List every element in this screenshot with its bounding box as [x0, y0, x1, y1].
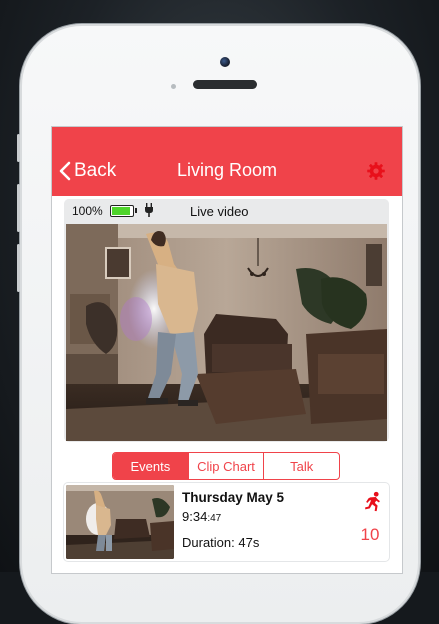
event-date: Thursday May 5 — [182, 490, 285, 505]
event-count: 10 — [360, 525, 380, 544]
volume-down-button — [17, 244, 20, 292]
app-screen: Back Living Room 100% Live video Events … — [51, 126, 403, 574]
page-title: Living Room — [176, 160, 278, 180]
battery-icon — [110, 205, 134, 217]
earpiece-speaker — [193, 80, 257, 89]
living-room-scene — [66, 224, 387, 441]
event-time-seconds: :47 — [207, 513, 222, 524]
view-segmented-control: Events Clip Chart Talk — [112, 452, 340, 480]
tab-events[interactable]: Events — [113, 453, 189, 479]
tab-clip-chart[interactable]: Clip Chart — [189, 453, 265, 479]
battery-level-fill — [112, 207, 130, 215]
navigation-bar: Back Living Room — [52, 127, 402, 196]
running-person-icon — [365, 491, 380, 512]
proximity-sensor — [171, 84, 176, 89]
live-video-panel: 100% Live video — [64, 199, 389, 442]
live-video-feed[interactable] — [66, 224, 387, 441]
event-time-main: 9:34 — [182, 509, 208, 524]
volume-up-button — [17, 184, 20, 232]
battery-percentage: 100% — [72, 204, 103, 218]
event-time: 9:34:47 — [182, 509, 221, 524]
mute-switch — [17, 134, 20, 162]
live-video-label: Live video — [190, 204, 249, 219]
event-thumbnail-image — [66, 485, 174, 559]
camera-status-bar: 100% Live video — [64, 199, 389, 223]
plug-icon — [145, 203, 153, 217]
tab-talk[interactable]: Talk — [264, 453, 339, 479]
event-duration: Duration: 47s — [182, 535, 260, 550]
gear-icon[interactable] — [366, 161, 386, 181]
event-list-item[interactable]: Thursday May 5 9:34:47 Duration: 47s 10 — [64, 483, 389, 561]
event-thumbnail — [66, 485, 174, 559]
battery-nub — [135, 208, 137, 213]
front-camera — [220, 57, 230, 67]
